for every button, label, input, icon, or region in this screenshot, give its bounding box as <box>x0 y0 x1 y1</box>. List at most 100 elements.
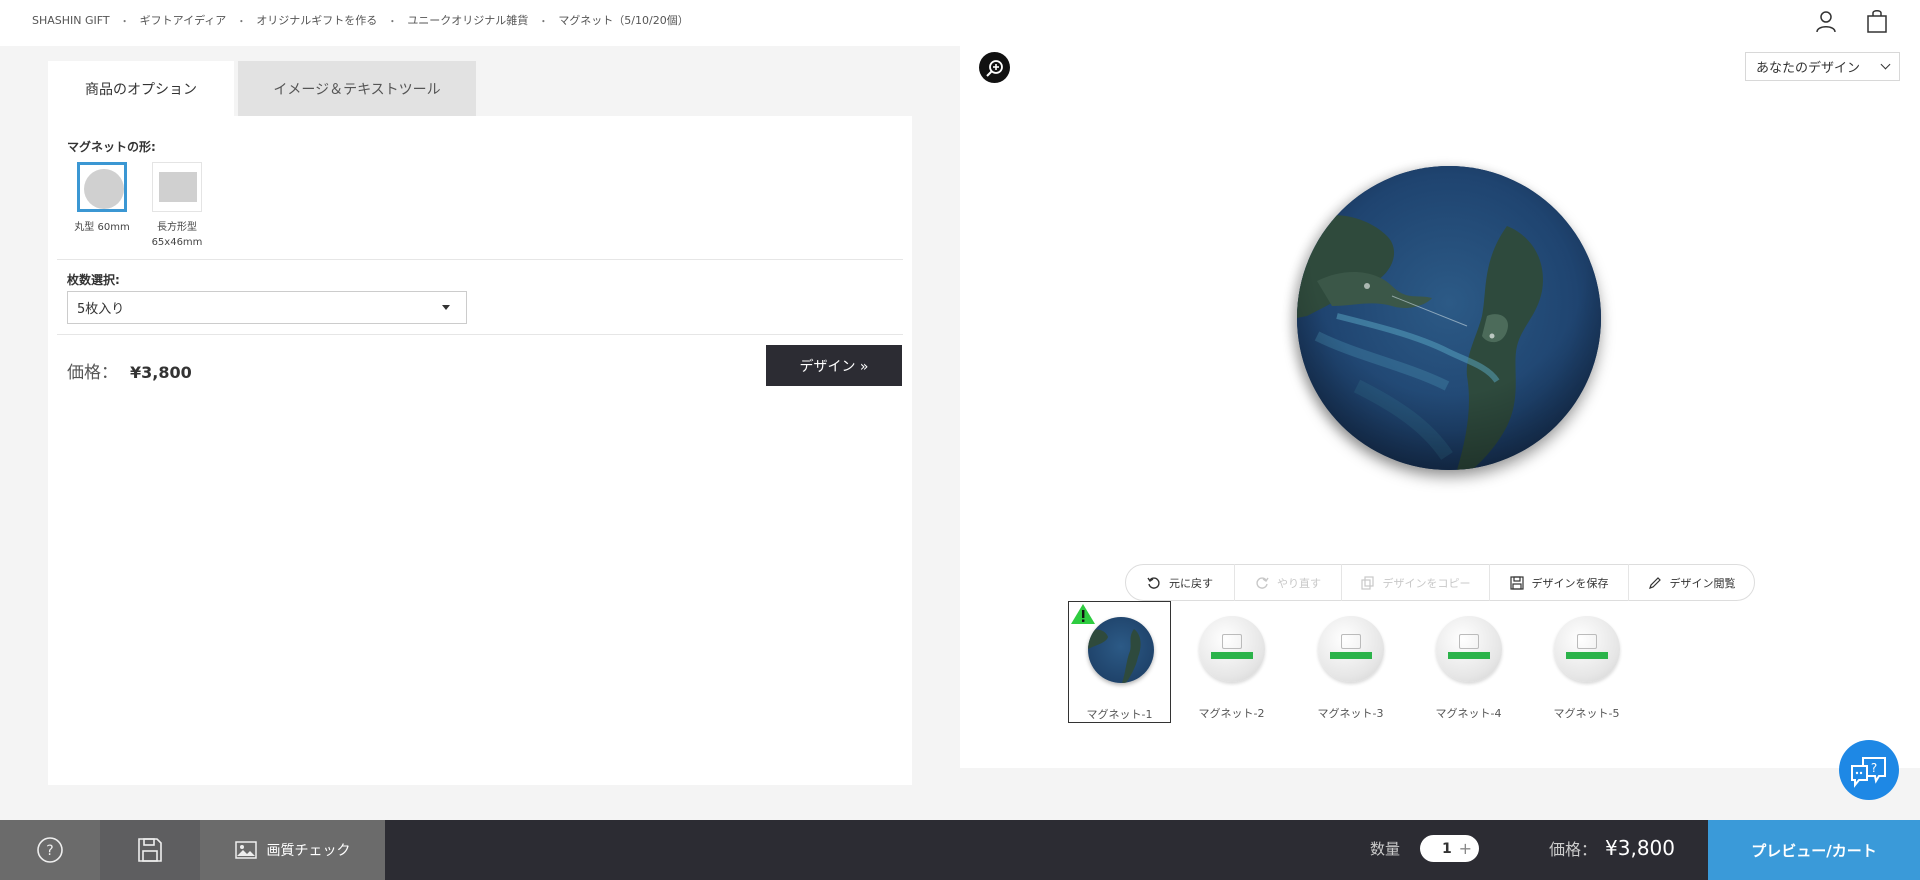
preview-cart-button[interactable]: プレビュー/カート <box>1708 820 1920 880</box>
quantity-label: 数量 <box>1370 840 1401 858</box>
round-shape-icon <box>84 169 124 209</box>
breadcrumb-item-home[interactable]: SHASHIN GIFT <box>32 14 110 27</box>
breadcrumb: SHASHIN GIFT ・ ギフトアイディア ・ オリジナルギフトを作る ・ … <box>32 12 689 28</box>
floppy-disk-icon <box>138 838 162 862</box>
quantity-select-value: 5枚入り <box>77 302 125 317</box>
thumbnail-label: マグネット-1 <box>1086 708 1153 721</box>
copy-design-label: デザインをコピー <box>1382 576 1471 590</box>
chevron-down-icon <box>1880 59 1891 70</box>
svg-text:?: ? <box>46 843 53 859</box>
price-display: 価格： ¥3,800 <box>67 358 192 383</box>
caret-down-icon <box>442 305 450 310</box>
undo-icon <box>1147 576 1160 589</box>
help-button[interactable]: ? <box>0 820 100 880</box>
image-placeholder-icon <box>1459 634 1479 649</box>
breadcrumb-separator: ・ <box>387 16 398 28</box>
tab-image-text-tools[interactable]: イメージ＆テキストツール <box>238 61 476 116</box>
save-icon <box>1509 575 1524 590</box>
chat-support-button[interactable]: ? <box>1839 740 1899 800</box>
undo-button[interactable]: 元に戻す <box>1126 564 1234 601</box>
zoom-in-icon[interactable] <box>979 52 1010 83</box>
user-icon[interactable] <box>1813 8 1839 34</box>
placeholder-bar <box>1448 652 1490 659</box>
redo-label: やり直す <box>1277 576 1321 590</box>
quantity-stepper[interactable]: 1 + <box>1420 835 1479 862</box>
total-price: 価格： ¥3,800 <box>1549 836 1675 860</box>
thumbnail-magnet-2[interactable]: マグネット-2 <box>1180 601 1283 723</box>
breadcrumb-item-gift-ideas[interactable]: ギフトアイディア <box>140 12 227 28</box>
quantity-value: 1 <box>1442 840 1452 857</box>
shape-option-round[interactable] <box>77 162 127 212</box>
tab-product-options[interactable]: 商品のオプション <box>48 61 234 116</box>
total-price-label: 価格： <box>1549 840 1598 859</box>
image-placeholder-icon <box>1222 634 1242 649</box>
thumbnail-magnet-3[interactable]: マグネット-3 <box>1299 601 1402 723</box>
top-header: SHASHIN GIFT ・ ギフトアイディア ・ オリジナルギフトを作る ・ … <box>0 0 1920 46</box>
breadcrumb-item-original-gift[interactable]: オリジナルギフトを作る <box>256 12 377 28</box>
view-select-value: あなたのデザイン <box>1756 61 1861 76</box>
copy-design-button[interactable]: デザインをコピー <box>1341 564 1489 601</box>
plus-icon[interactable]: + <box>1459 839 1472 858</box>
price-value: ¥3,800 <box>130 363 192 382</box>
quantity-select[interactable]: 5枚入り <box>67 291 467 324</box>
image-placeholder-icon <box>1577 634 1597 649</box>
thumbnail-label: マグネット-3 <box>1317 707 1384 720</box>
quantity-label: 枚数選択: <box>67 273 120 287</box>
help-icon: ? <box>37 837 63 863</box>
save-button[interactable] <box>100 820 200 880</box>
thumbnail-label: マグネット-2 <box>1198 707 1265 720</box>
thumbnail-image <box>1088 617 1154 683</box>
price-label: 価格： <box>67 363 118 383</box>
design-button[interactable]: デザイン » <box>766 345 902 386</box>
copy-icon <box>1360 575 1374 590</box>
breadcrumb-item-unique-goods[interactable]: ユニークオリジナル雑貨 <box>407 12 528 28</box>
total-price-value: ¥3,800 <box>1605 836 1675 860</box>
save-design-label: デザインを保存 <box>1531 576 1609 590</box>
view-design-button[interactable]: デザイン閲覧 <box>1628 564 1754 601</box>
breadcrumb-separator: ・ <box>119 16 130 28</box>
thumbnail-magnet-5[interactable]: マグネット-5 <box>1535 601 1638 723</box>
design-preview-panel: あなたのデザイン 元に戻す やり直す デザインをコピー デザインを保存 デザイン… <box>960 46 1920 768</box>
shape-label: マグネットの形: <box>67 140 156 154</box>
placeholder-bar <box>1330 652 1372 659</box>
shopping-bag-icon[interactable] <box>1864 8 1890 34</box>
breadcrumb-separator: ・ <box>538 16 549 28</box>
save-design-button[interactable]: デザインを保存 <box>1489 564 1628 601</box>
magnet-preview-image[interactable] <box>1297 166 1601 470</box>
warning-icon <box>1071 604 1095 624</box>
breadcrumb-item-magnet: マグネット（5/10/20個） <box>558 14 689 27</box>
chat-icon: ? <box>1851 757 1886 788</box>
breadcrumb-separator: ・ <box>236 16 247 28</box>
thumbnail-magnet-4[interactable]: マグネット-4 <box>1417 601 1520 723</box>
shape-caption-rectangle: 長方形型 65x46mm <box>151 222 203 248</box>
thumbnail-magnet-1[interactable]: マグネット-1 <box>1068 601 1171 723</box>
placeholder-bar <box>1211 652 1253 659</box>
thumbnail-placeholder <box>1436 616 1502 682</box>
design-toolbar: 元に戻す やり直す デザインをコピー デザインを保存 デザイン閲覧 <box>1125 564 1755 601</box>
divider <box>57 259 903 260</box>
redo-icon <box>1256 576 1269 589</box>
image-quality-check-button[interactable]: 画質チェック <box>200 820 385 880</box>
placeholder-bar <box>1566 652 1608 659</box>
option-tabs: 商品のオプション イメージ＆テキストツール <box>48 61 476 116</box>
redo-button[interactable]: やり直す <box>1234 564 1341 601</box>
satellite-photo-image <box>1297 166 1601 470</box>
divider <box>57 334 903 335</box>
shape-option-rectangle[interactable] <box>152 162 202 212</box>
view-select[interactable]: あなたのデザイン <box>1745 52 1900 81</box>
thumbnail-placeholder <box>1318 616 1384 682</box>
thumbnail-placeholder <box>1554 616 1620 682</box>
options-panel: マグネットの形: 丸型 60mm 長方形型 65x46mm 枚数選択: 5枚入り… <box>48 116 912 785</box>
pencil-icon <box>1648 576 1661 589</box>
image-placeholder-icon <box>1341 634 1361 649</box>
thumbnail-label: マグネット-5 <box>1553 707 1620 720</box>
undo-label: 元に戻す <box>1169 576 1213 590</box>
rectangle-shape-icon <box>159 172 197 202</box>
thumbnail-label: マグネット-4 <box>1435 707 1502 720</box>
view-design-label: デザイン閲覧 <box>1669 576 1736 590</box>
bottom-bar: ? 画質チェック 数量 1 + 価格： ¥3,800 プレビュー/カート <box>0 820 1920 880</box>
image-icon <box>234 841 257 859</box>
thumbnail-placeholder <box>1199 616 1265 682</box>
quality-check-label: 画質チェック <box>266 843 351 859</box>
svg-text:?: ? <box>1871 761 1877 775</box>
